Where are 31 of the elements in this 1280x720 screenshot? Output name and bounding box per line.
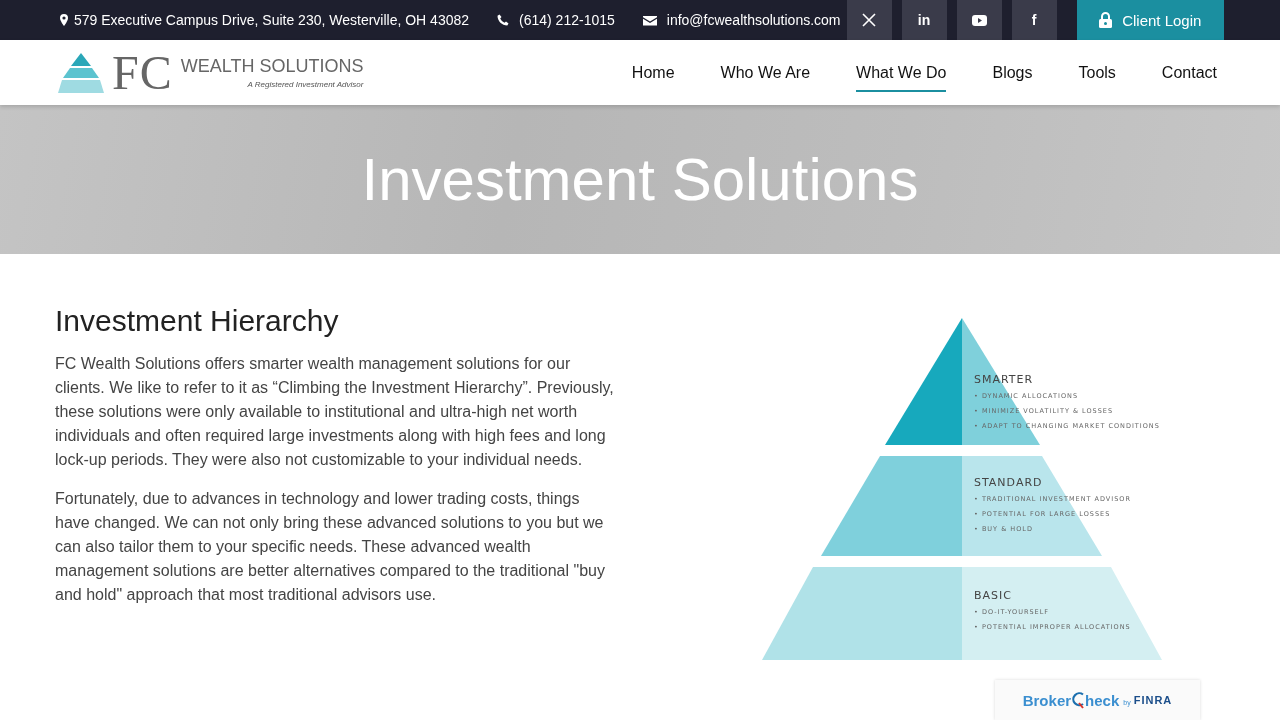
logo-tagline: A Registered Investment Advisor [247, 80, 364, 89]
nav-link[interactable]: Tools [1078, 55, 1116, 92]
tier-title: BASIC [974, 589, 1012, 602]
client-login-button[interactable]: Client Login [1076, 0, 1224, 40]
map-pin-icon [60, 14, 68, 26]
email-link[interactable]: info@fcwealthsolutions.com [666, 12, 841, 28]
nav-link[interactable]: Home [631, 55, 675, 92]
phone-icon [497, 14, 510, 26]
video-play-icon [971, 14, 987, 26]
section-heading: Investment Hierarchy [55, 304, 340, 338]
nav-link[interactable]: Blogs [992, 55, 1033, 92]
envelope-icon [642, 14, 657, 26]
nav-link[interactable]: Contact [1161, 55, 1217, 92]
body-paragraph: Fortunately, due to advances in technology and lower trading costs, things have changed. We can not only bring these advanced solutions to you but we can also tailor them to your specific needs. These advanced wealth management solutions are better alternatives compared to the traditional "buy and hold" approach that most traditional advisors use. [55, 489, 606, 605]
body-paragraph: FC Wealth Solutions offers smarter wealth management solutions for our clients. We like to refer to it as “Climbing the Investment Hierarchy”. Previously, these solutions were only available to institutional and ultra-high net worth individuals and often required large investments along with high fees and long lock-up periods. They were also not customizable to your individual needs. [55, 354, 615, 470]
logo-name: WEALTH SOLUTIONS [180, 56, 364, 77]
social-link[interactable] [956, 0, 1002, 40]
magnifier-icon [1071, 691, 1086, 709]
social-link[interactable]: in [901, 0, 947, 40]
social-link[interactable] [846, 0, 892, 40]
pyramid-logo-icon [58, 52, 104, 93]
nav-link[interactable]: Who We Are [720, 55, 811, 92]
x-icon [862, 13, 877, 27]
hero-title: Investment Solutions [361, 145, 919, 214]
social-link[interactable]: f [1011, 0, 1057, 40]
nav-link[interactable]: What We Do [856, 55, 947, 92]
tier-title: STANDARD [974, 476, 1043, 489]
logo-initials: FC [112, 48, 173, 97]
phone-link[interactable]: (614) 212-1015 [519, 12, 615, 28]
lock-icon [1099, 12, 1113, 28]
address-text: 579 Executive Campus Drive, Suite 230, Westerville, OH 43082 [74, 12, 470, 28]
